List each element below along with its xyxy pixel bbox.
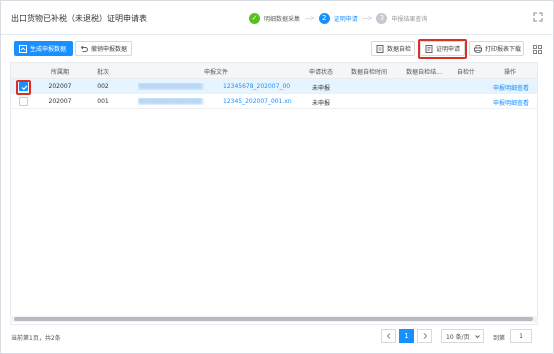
- step-1-label: 明细数据采集: [264, 16, 301, 23]
- cell-file-link[interactable]: 12345_202007_001.xn: [223, 98, 301, 105]
- apply-icon: [425, 44, 433, 53]
- expand-icon[interactable]: [533, 12, 543, 22]
- table-row[interactable]: 202007 001 ██████████████ 12345_202007_0…: [11, 94, 537, 109]
- goto-label: 到第: [493, 335, 506, 342]
- column-header-action: 操作: [503, 69, 516, 76]
- view-details-link[interactable]: 申报明细查看: [487, 83, 535, 92]
- row-checkbox[interactable]: [19, 82, 28, 91]
- column-header-file: 申报文件: [203, 69, 228, 76]
- column-settings-icon[interactable]: [533, 45, 542, 54]
- page-title: 出口货物已补税（未退税）证明申请表: [11, 14, 147, 23]
- self-check-icon: [376, 44, 384, 53]
- step-indicator: ✓ 明细数据采集 ----> 2 证明申请 ----> 3 申报结果查询: [249, 12, 427, 25]
- column-header-check-time: 数据自检时间: [350, 69, 387, 76]
- apply-certificate-button[interactable]: 证明申请: [420, 41, 465, 56]
- page-size-select[interactable]: 10 条/页: [441, 329, 484, 343]
- row-checkbox[interactable]: [19, 97, 28, 106]
- print-icon: [474, 44, 482, 53]
- prev-page-button[interactable]: [381, 329, 396, 343]
- cell-file-prefix-redacted: ██████████████: [138, 98, 203, 105]
- cell-period: 202007: [48, 98, 72, 105]
- generate-data-label: 生成申报数据: [30, 46, 67, 53]
- next-page-button[interactable]: [417, 329, 432, 343]
- chevron-left-icon: [386, 333, 390, 339]
- column-header-self-check: 自检什: [456, 69, 475, 76]
- cell-status: 未申报: [311, 100, 330, 107]
- horizontal-scrollbar[interactable]: [10, 316, 538, 322]
- goto-page-input[interactable]: 1: [510, 329, 532, 343]
- generate-icon: [19, 44, 27, 53]
- table-header: 所属期 批次 申报文件 申请状态 数据自检时间 数据自检结... 自检什 操作: [11, 63, 537, 79]
- step-1-check-icon: ✓: [249, 13, 260, 24]
- cell-file-prefix-redacted: ██████████████: [138, 83, 203, 90]
- self-check-button[interactable]: 数据自检: [371, 41, 415, 56]
- column-header-status: 申请状态: [308, 69, 333, 76]
- cell-file-link[interactable]: 12345678_202007_00: [223, 83, 301, 90]
- cell-status: 未申报: [311, 85, 330, 92]
- check-icon: [21, 85, 28, 91]
- self-check-label: 数据自检: [387, 46, 412, 53]
- table-row[interactable]: 202007 002 ██████████████ 12345678_20200…: [11, 79, 537, 94]
- chevron-down-icon: [475, 335, 480, 339]
- step-3-label: 申报结果查询: [391, 16, 428, 23]
- step-arrow-1: ---->: [305, 15, 315, 22]
- step-3-number: 3: [376, 13, 388, 24]
- page-summary: 当前第1页，共2条: [11, 335, 61, 342]
- column-header-period: 所属期: [50, 69, 69, 76]
- page-1-button[interactable]: 1: [399, 329, 414, 343]
- print-report-button[interactable]: 打印报表下载: [469, 41, 524, 56]
- page-size-value: 10 条/页: [446, 333, 470, 341]
- view-details-link[interactable]: 申报明细查看: [487, 98, 535, 107]
- chevron-right-icon: [423, 333, 427, 339]
- column-header-check-result: 数据自检结...: [406, 69, 442, 76]
- generate-data-button[interactable]: 生成申报数据: [14, 41, 73, 56]
- revoke-icon: [80, 45, 88, 52]
- column-header-batch: 批次: [96, 69, 109, 76]
- application-window: 出口货物已补税（未退税）证明申请表 ✓ 明细数据采集 ----> 2 证明申请 …: [0, 0, 554, 354]
- step-arrow-2: ---->: [362, 15, 373, 22]
- title-bar: 出口货物已补税（未退税）证明申请表 ✓ 明细数据采集 ----> 2 证明申请 …: [1, 1, 553, 35]
- revoke-data-label: 撤销申报数据: [91, 46, 128, 53]
- cell-batch: 001: [97, 98, 109, 105]
- cell-batch: 002: [97, 83, 109, 90]
- step-2-number: 2: [318, 13, 330, 24]
- declaration-table: 所属期 批次 申报文件 申请状态 数据自检时间 数据自检结... 自检什 操作 …: [10, 62, 538, 325]
- revoke-data-button[interactable]: 撤销申报数据: [75, 41, 132, 56]
- cell-period: 202007: [48, 83, 72, 90]
- pagination-bar: 当前第1页，共2条 1 10 条/页 到第 1 页: [10, 327, 538, 345]
- scrollbar-thumb[interactable]: [14, 317, 533, 321]
- step-2-label: 证明申请: [333, 16, 358, 23]
- print-report-label: 打印报表下载: [485, 46, 522, 53]
- apply-certificate-label: 证明申请: [436, 46, 461, 53]
